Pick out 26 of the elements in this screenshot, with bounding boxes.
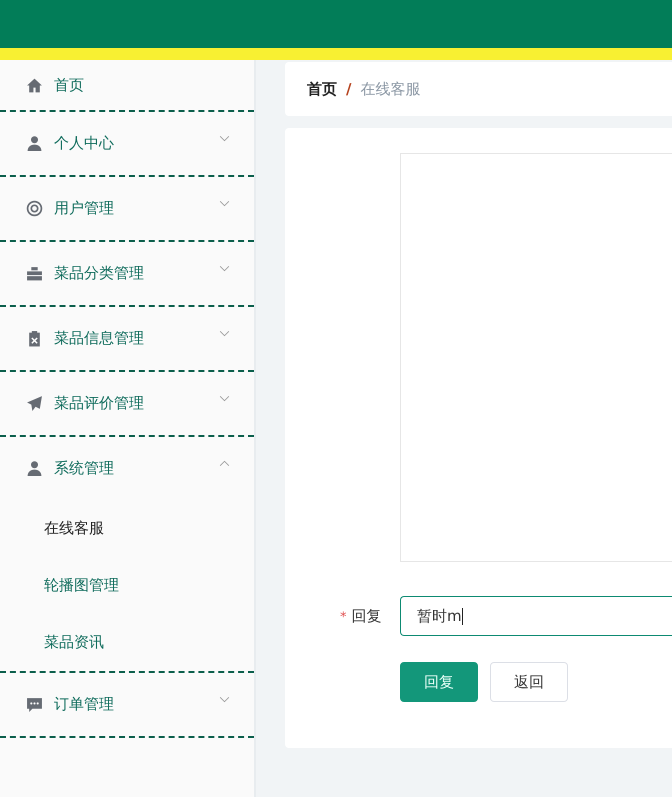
person-icon bbox=[26, 460, 43, 477]
submenu-item[interactable]: 菜品资讯 bbox=[0, 614, 254, 671]
menu-item[interactable]: 系统管理 bbox=[0, 437, 254, 500]
home-icon bbox=[26, 76, 43, 94]
menu-item[interactable]: 用户管理 bbox=[0, 177, 254, 240]
field-label: * 回复 bbox=[340, 606, 382, 626]
breadcrumb-separator: / bbox=[346, 80, 352, 98]
menu-item[interactable]: 个人中心 bbox=[0, 112, 254, 175]
menu-item[interactable]: 菜品分类管理 bbox=[0, 242, 254, 305]
submenu-item[interactable]: 在线客服 bbox=[0, 500, 254, 557]
reply-button[interactable]: 回复 bbox=[400, 662, 478, 702]
breadcrumb-item: 在线客服 bbox=[360, 80, 420, 98]
submenu-item[interactable]: 轮播图管理 bbox=[0, 557, 254, 614]
reply-input[interactable]: 暂时m bbox=[400, 596, 672, 636]
paper-plane-icon bbox=[26, 395, 43, 412]
back-button[interactable]: 返回 bbox=[490, 662, 568, 702]
menu-item[interactable]: 菜品评价管理 bbox=[0, 372, 254, 435]
lifebuoy-icon bbox=[26, 200, 43, 217]
menu-item[interactable]: 首页 bbox=[0, 60, 254, 110]
chat-icon bbox=[26, 696, 43, 713]
breadcrumb-item[interactable]: 首页 bbox=[307, 80, 337, 98]
toolbox-icon bbox=[26, 265, 43, 282]
person-icon bbox=[26, 135, 43, 152]
menu-item[interactable]: 订单管理 bbox=[0, 673, 254, 736]
clipboard-icon bbox=[26, 330, 43, 347]
menu-item[interactable]: 菜品信息管理 bbox=[0, 307, 254, 370]
